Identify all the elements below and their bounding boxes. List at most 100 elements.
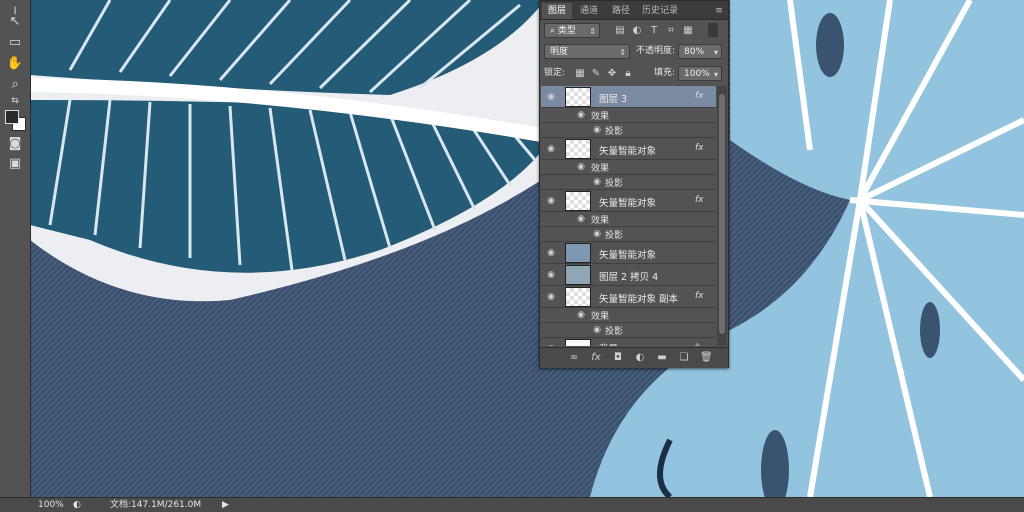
effects-row[interactable]: ◉ 效果 (541, 212, 716, 227)
document-canvas[interactable] (30, 0, 1024, 497)
eye-icon[interactable]: ◉ (591, 176, 603, 188)
eye-icon[interactable]: ◉ (575, 213, 587, 225)
fill-value: 100% (684, 69, 710, 79)
status-menu-arrow-icon[interactable]: ▶ (222, 498, 229, 512)
adjustment-layer-icon[interactable]: ◐ (634, 352, 646, 364)
layer-name: 矢量智能对象 副本 (599, 294, 679, 305)
lock-transparent-icon[interactable]: ▦ (574, 68, 586, 80)
lock-icon: 🔒︎ (695, 341, 700, 346)
effects-row[interactable]: ◉ 效果 (541, 160, 716, 175)
eye-icon[interactable]: ◉ (591, 124, 603, 136)
eye-icon[interactable]: ◉ (575, 161, 587, 173)
effects-row[interactable]: ◉ 效果 (541, 108, 716, 123)
effects-label: 效果 (591, 112, 610, 122)
filter-shape-icon[interactable]: ⌗ (665, 25, 677, 37)
path-select-tool-icon[interactable]: ↖ (6, 14, 24, 30)
filter-type-icon[interactable]: T (648, 25, 660, 37)
add-mask-icon[interactable]: ◘ (612, 352, 624, 364)
effect-label: 投影 (605, 127, 624, 137)
effects-row[interactable]: ◉ 效果 (541, 308, 716, 323)
lock-brush-icon[interactable]: ✎ (590, 68, 602, 80)
swap-colors-icon[interactable]: ⇆ (6, 93, 24, 109)
lock-label: 锁定: (544, 68, 566, 78)
layer-row[interactable]: ◉ 矢量智能对象 fx (541, 190, 716, 212)
layer-row[interactable]: ◉ 矢量智能对象 fx (541, 138, 716, 160)
eye-icon[interactable]: ◉ (545, 143, 557, 155)
filter-smart-object-icon[interactable]: ▦ (682, 25, 694, 37)
layer-thumbnail (565, 87, 591, 107)
lock-icon[interactable]: 🔒︎ (622, 68, 634, 80)
effects-label: 效果 (591, 164, 610, 174)
opacity-value: 80% (684, 47, 705, 57)
status-info-icon[interactable]: ◐ (73, 498, 81, 512)
tab-history[interactable]: 历史记录 (638, 3, 682, 19)
blend-mode-select[interactable]: 明度 ⇕ (544, 44, 630, 59)
layer-thumbnail (565, 243, 591, 263)
new-layer-icon[interactable]: ❏ (678, 352, 690, 364)
foreground-color-swatch[interactable] (5, 110, 19, 124)
layer-row[interactable]: ◉ 图层 3 fx (541, 86, 716, 108)
eye-icon[interactable]: ◉ (545, 247, 557, 259)
fx-badge[interactable]: fx (695, 291, 704, 301)
fx-badge[interactable]: fx (695, 91, 704, 101)
zoom-level[interactable]: 100% (38, 498, 64, 512)
eye-icon[interactable]: ◉ (545, 343, 557, 346)
eye-icon[interactable]: ◉ (545, 269, 557, 281)
hand-tool-icon[interactable]: ✋ (6, 56, 24, 72)
new-group-icon[interactable]: ▬ (656, 352, 668, 364)
layer-thumbnail (565, 339, 591, 346)
effect-row[interactable]: ◉ 投影 (541, 123, 716, 138)
fx-icon[interactable]: fx (590, 352, 602, 364)
effect-row[interactable]: ◉ 投影 (541, 175, 716, 190)
opacity-field[interactable]: 80% ▾ (678, 44, 722, 59)
layer-thumbnail (565, 287, 591, 307)
effect-label: 投影 (605, 231, 624, 241)
effect-row[interactable]: ◉ 投影 (541, 227, 716, 242)
layer-name: 矢量智能对象 (599, 198, 657, 209)
fill-field[interactable]: 100% ▾ (678, 66, 722, 81)
layer-name: 矢量智能对象 (599, 146, 657, 157)
eye-icon[interactable]: ◉ (591, 324, 603, 336)
eye-icon[interactable]: ◉ (545, 91, 557, 103)
eye-icon[interactable]: ◉ (575, 109, 587, 121)
layers-scrollbar[interactable] (717, 86, 727, 346)
effects-label: 效果 (591, 312, 610, 322)
tab-paths[interactable]: 路径 (606, 3, 636, 19)
scrollbar-thumb[interactable] (719, 94, 725, 334)
layers-panel: 图层 通道 路径 历史记录 ≡ ⌕ 类型 ⇕ ▤ ◐ T ⌗ ▦ 明度 ⇕ 不透明度… (539, 0, 729, 368)
lock-move-icon[interactable]: ✥ (606, 68, 618, 80)
eye-icon[interactable]: ◉ (575, 309, 587, 321)
filter-toggle[interactable] (708, 23, 718, 37)
blend-mode-value: 明度 (550, 47, 569, 57)
panel-menu-icon[interactable]: ≡ (712, 3, 726, 19)
filter-adjustment-icon[interactable]: ◐ (631, 25, 643, 37)
filter-pixel-icon[interactable]: ▤ (614, 25, 626, 37)
fx-badge[interactable]: fx (695, 195, 704, 205)
effect-row[interactable]: ◉ 投影 (541, 323, 716, 338)
trash-icon[interactable]: 🗑︎ (700, 352, 713, 364)
layer-name: 图层 2 拷贝 4 (599, 272, 659, 283)
fill-label: 填充: (654, 68, 676, 78)
layer-name: 图层 3 (599, 94, 628, 105)
panel-tabs: 图层 通道 路径 历史记录 ≡ (540, 1, 728, 20)
layer-thumbnail (565, 139, 591, 159)
effect-label: 投影 (605, 179, 624, 189)
screen-mode-icon[interactable]: ▣ (6, 156, 24, 172)
fx-badge[interactable]: fx (695, 143, 704, 153)
eye-icon[interactable]: ◉ (545, 195, 557, 207)
eye-icon[interactable]: ◉ (591, 228, 603, 240)
effect-label: 投影 (605, 327, 624, 337)
zoom-tool-icon[interactable]: ⌕ (6, 77, 24, 93)
eye-icon[interactable]: ◉ (545, 291, 557, 303)
shape-tool-icon[interactable]: ▭ (6, 35, 24, 51)
layer-row[interactable]: ◉ 图层 2 拷贝 4 (541, 264, 716, 286)
opacity-label: 不透明度: (636, 46, 676, 56)
layer-row[interactable]: ◉ 矢量智能对象 副本 fx (541, 286, 716, 308)
tab-channels[interactable]: 通道 (574, 3, 604, 19)
link-icon[interactable]: ∞ (568, 352, 580, 364)
layer-row[interactable]: ◉ 矢量智能对象 (541, 242, 716, 264)
quick-mask-icon[interactable]: ◙ (6, 136, 24, 152)
tab-layers[interactable]: 图层 (542, 3, 572, 19)
filter-kind-select[interactable]: ⌕ 类型 ⇕ (544, 23, 600, 38)
layer-row[interactable]: ◉ 背景 🔒︎ (541, 338, 716, 346)
